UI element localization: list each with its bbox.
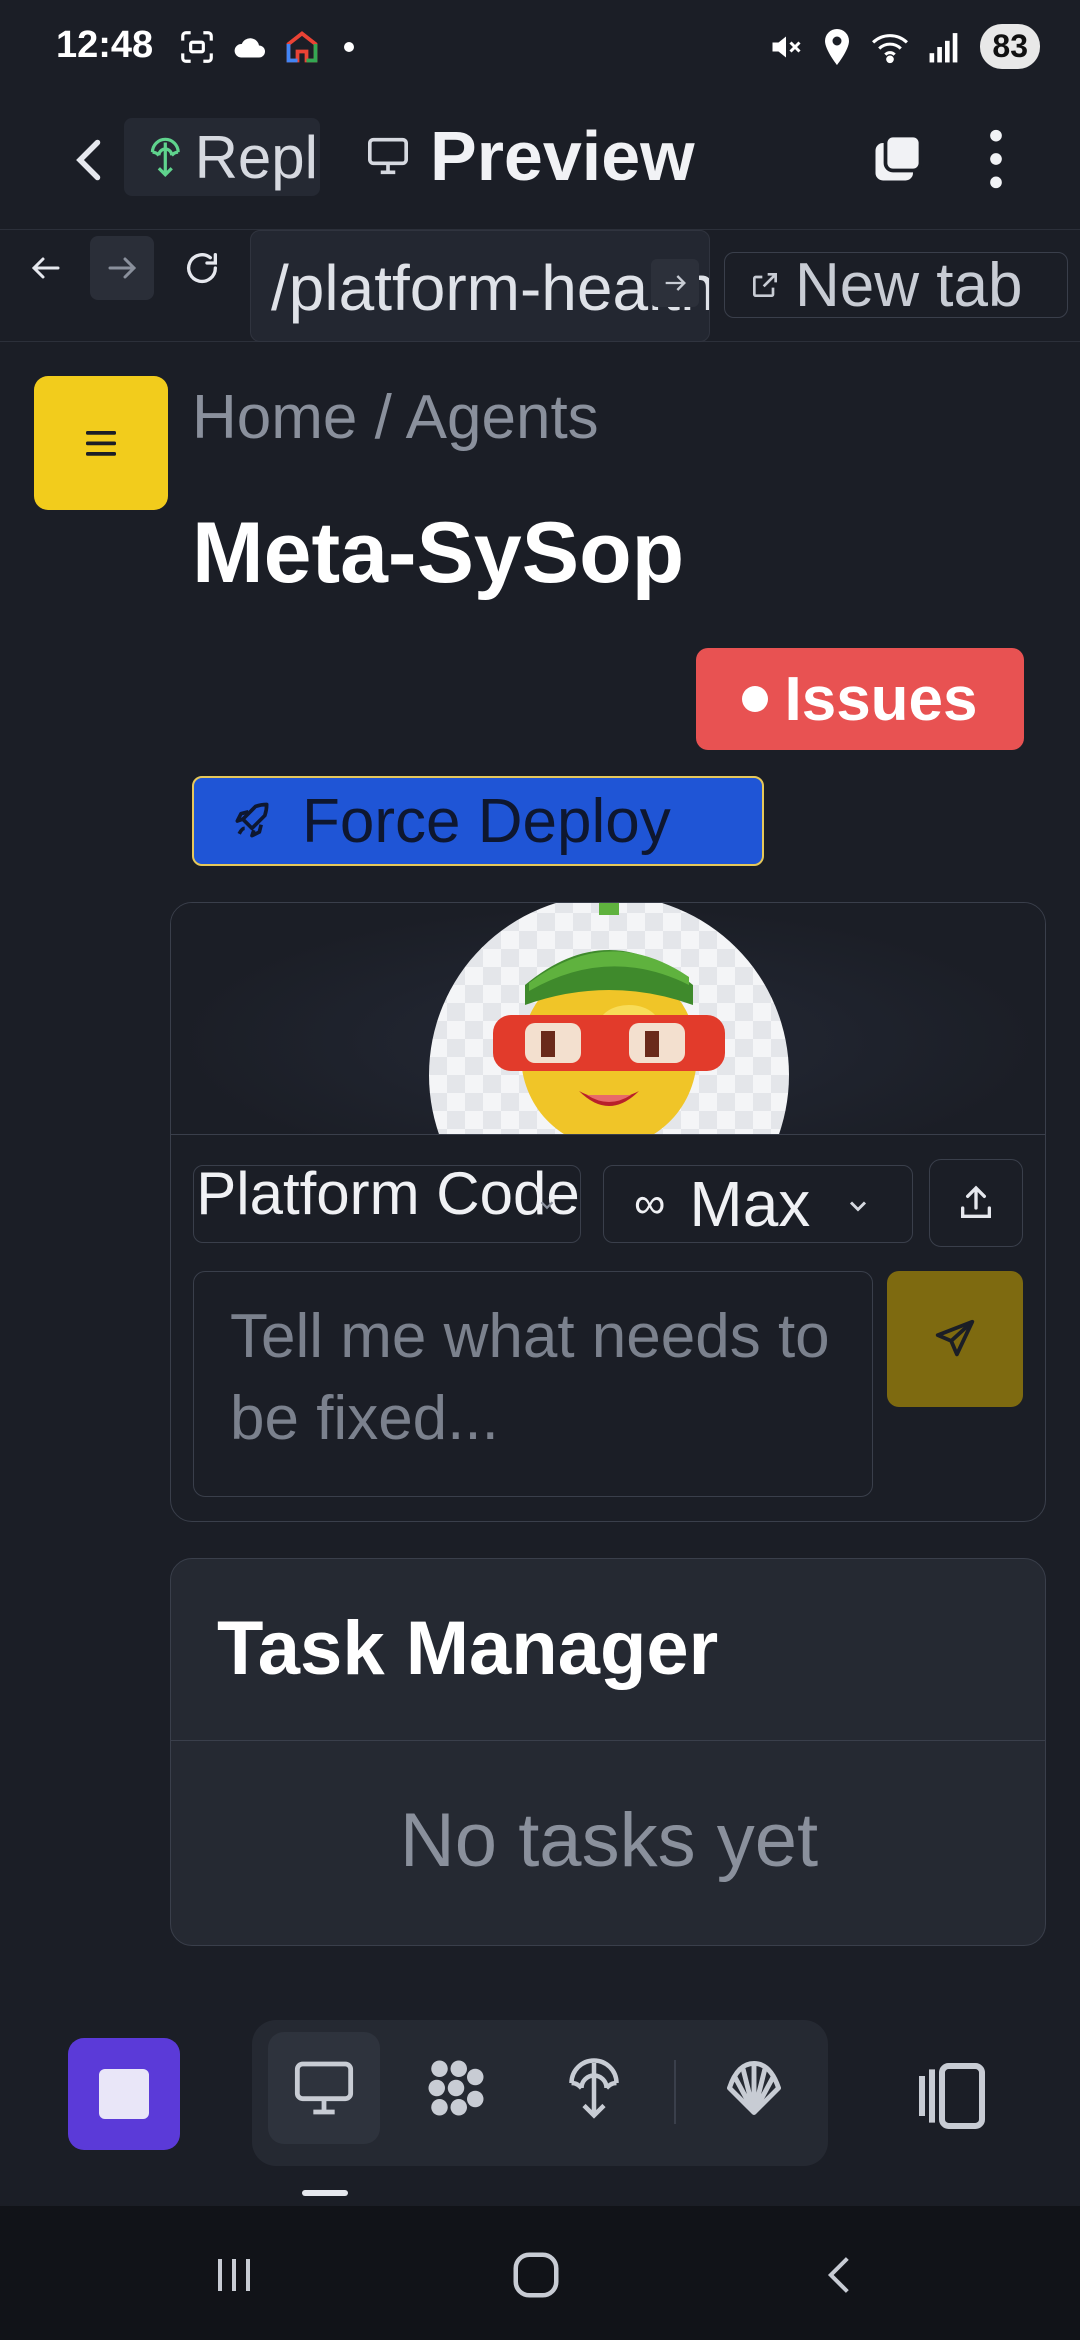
home-button[interactable]: [496, 2240, 576, 2310]
upload-icon: [961, 1185, 991, 1218]
rocket-icon: [235, 802, 269, 838]
battery-indicator: 83: [980, 24, 1040, 69]
chevron-down-icon: [849, 1201, 867, 1212]
menu-button[interactable]: [34, 376, 168, 510]
reload-button[interactable]: [170, 236, 234, 300]
arrow-right-icon: [665, 275, 686, 291]
tool-shell[interactable]: [698, 2032, 810, 2144]
force-deploy-label: Force Deploy: [302, 786, 671, 856]
tabs-icon[interactable]: [868, 128, 928, 188]
mode-select[interactable]: ∞ Max: [603, 1165, 913, 1243]
platform-select-value: Platform Code: [196, 1160, 580, 1227]
back-arrow-icon[interactable]: [60, 130, 120, 190]
active-tab-indicator: [302, 2190, 348, 2196]
monitor-icon: [368, 137, 408, 175]
preview-title: Preview: [366, 116, 695, 196]
arrow-left-icon: [31, 257, 60, 279]
external-link-icon: [753, 273, 777, 297]
tool-group: [252, 2020, 828, 2166]
status-right-icons: 83: [768, 24, 1040, 69]
infinity-icon: ∞: [634, 1179, 666, 1228]
repl-chip[interactable]: Repl: [124, 118, 320, 196]
hamburger-icon: [86, 431, 116, 456]
shell-icon: [726, 2061, 781, 2115]
send-icon: [935, 1319, 975, 1357]
task-manager-card: Task Manager No tasks yet: [170, 1558, 1046, 1946]
agent-chat-card: Platform Code ∞ Max Tell me what needs t…: [170, 902, 1046, 1522]
lemon-hero-avatar-icon: [493, 903, 725, 1134]
message-input[interactable]: Tell me what needs to be fixed...: [193, 1271, 873, 1497]
screenshot-icon: [181, 31, 213, 63]
tool-apps[interactable]: [400, 2032, 512, 2144]
wifi-icon: [872, 33, 909, 63]
status-dot: [742, 686, 769, 712]
split-pane-icon[interactable]: [912, 2056, 992, 2136]
status-left-icons: [178, 28, 354, 66]
platform-select[interactable]: Platform Code: [193, 1160, 581, 1243]
new-tab-label: New tab: [795, 250, 1023, 320]
cloud-icon: [234, 38, 265, 58]
go-button[interactable]: [651, 259, 699, 307]
chevron-down-icon: [540, 1201, 554, 1210]
task-manager-title: Task Manager: [217, 1606, 719, 1691]
task-empty-state: No tasks yet: [399, 1798, 819, 1883]
agent-avatar: [429, 903, 789, 1134]
url-path: /platform-health: [271, 252, 710, 324]
send-button[interactable]: [887, 1271, 1023, 1407]
recent-apps-button[interactable]: [194, 2240, 274, 2310]
recent-apps-icon: [218, 2259, 250, 2291]
tool-desktop[interactable]: [268, 2032, 380, 2144]
deploy-icon: [569, 2058, 619, 2119]
home-icon: [513, 2252, 559, 2298]
status-bar: 12:48 83: [0, 0, 1080, 100]
app-header: Repl Preview: [0, 100, 1080, 230]
desktop-icon: [294, 2061, 354, 2115]
signal-icon: [929, 32, 958, 62]
arrow-right-icon: [108, 257, 137, 279]
issues-badge[interactable]: Issues: [696, 648, 1024, 750]
reload-icon: [187, 253, 218, 284]
url-bar: /platform-health New tab: [0, 230, 1080, 342]
avatar-band: [171, 903, 1045, 1135]
page-title: Meta-SySop: [192, 505, 685, 601]
stop-icon: [99, 2069, 149, 2119]
url-input[interactable]: /platform-health: [250, 230, 710, 342]
back-icon: [827, 2257, 849, 2293]
repl-chip-label: Repl: [194, 123, 318, 191]
more-options-icon[interactable]: [968, 126, 1024, 192]
new-tab-button[interactable]: New tab: [724, 250, 1068, 320]
upload-button[interactable]: [929, 1159, 1023, 1247]
grid-apps-icon: [428, 2060, 484, 2116]
nav-forward-button[interactable]: [90, 236, 154, 300]
breadcrumb[interactable]: Home / Agents: [192, 382, 599, 453]
toolbar-divider: [674, 2060, 676, 2124]
dot-icon: [344, 42, 354, 52]
task-manager-header: Task Manager: [171, 1559, 1045, 1741]
nav-back-button[interactable]: [14, 236, 78, 300]
google-home-icon: [286, 31, 318, 63]
message-placeholder: Tell me what needs to be fixed...: [230, 1302, 830, 1453]
issues-label: Issues: [784, 664, 978, 734]
system-back-button[interactable]: [800, 2240, 880, 2310]
force-deploy-button[interactable]: Force Deploy: [192, 776, 764, 866]
mode-select-value: Max: [689, 1168, 811, 1240]
system-navigation-bar: [0, 2206, 1080, 2340]
replit-deploy-icon: [150, 137, 180, 177]
tool-deploy[interactable]: [538, 2032, 650, 2144]
stop-button[interactable]: [68, 2038, 180, 2150]
bottom-toolbar: [0, 2000, 1080, 2206]
mute-icon: [772, 36, 801, 57]
location-icon: [825, 28, 850, 65]
preview-label: Preview: [430, 117, 695, 195]
status-time: 12:48: [56, 24, 154, 66]
